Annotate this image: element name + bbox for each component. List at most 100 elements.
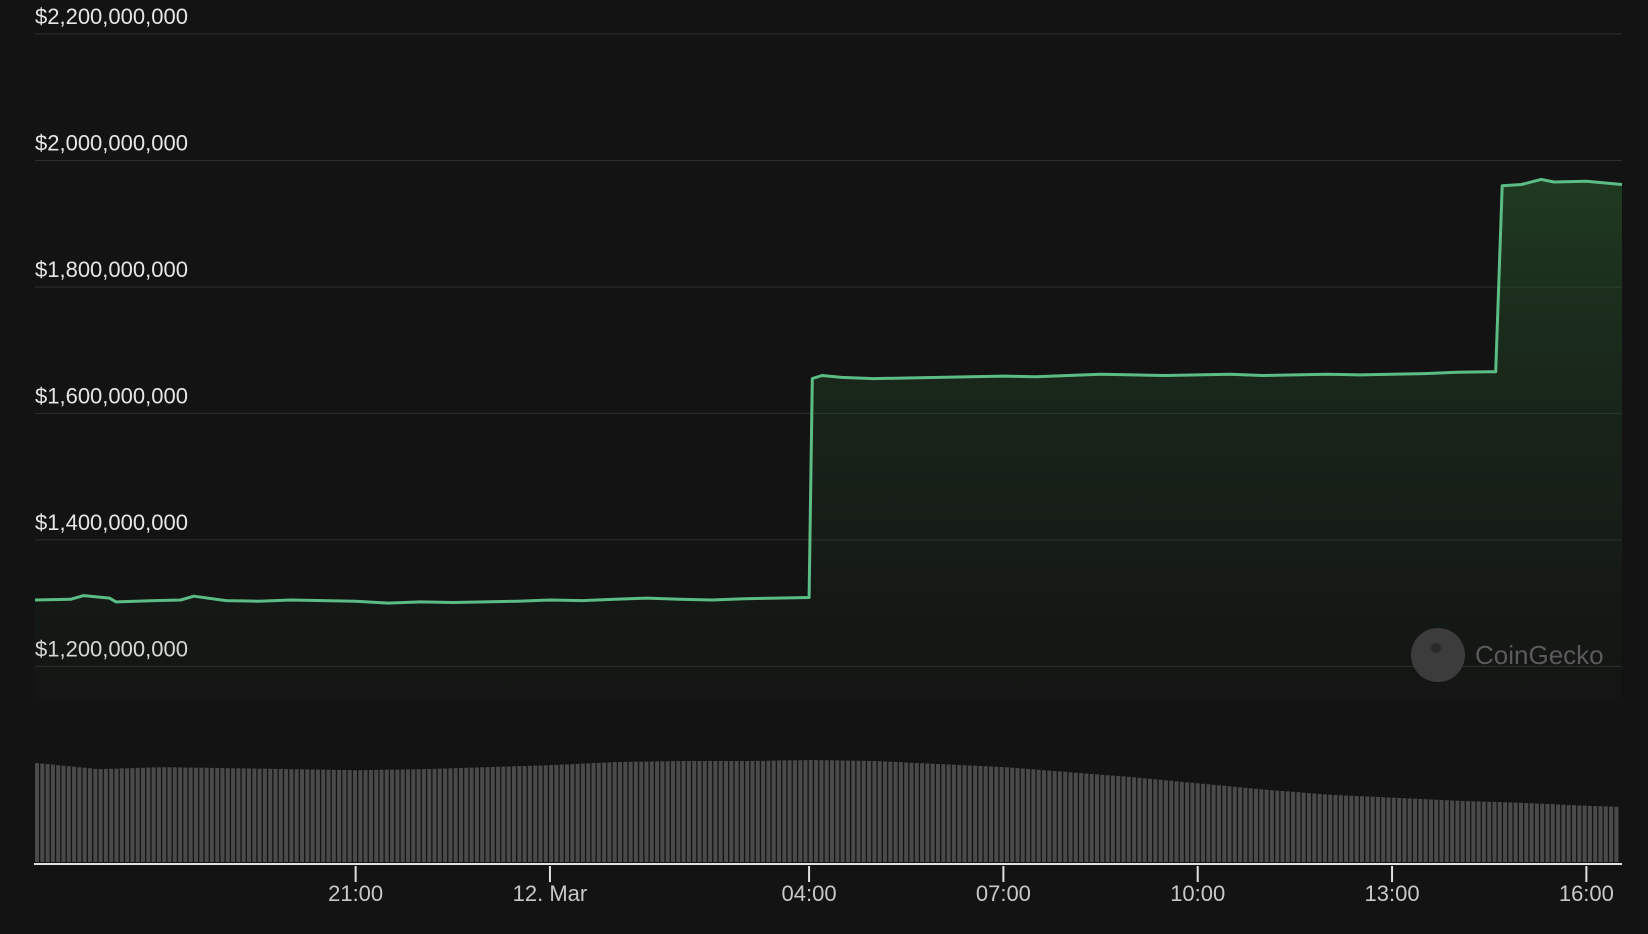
volume-bar bbox=[1598, 806, 1603, 862]
volume-bar bbox=[1418, 799, 1423, 862]
volume-bar bbox=[1073, 772, 1078, 862]
volume-bar bbox=[575, 763, 580, 862]
volume-bar bbox=[490, 767, 495, 862]
volume-bar bbox=[1354, 796, 1359, 862]
volume-bar bbox=[660, 761, 665, 862]
volume-bar bbox=[1529, 803, 1534, 862]
volume-bar bbox=[602, 762, 607, 862]
volume-bar bbox=[1492, 801, 1497, 862]
volume-bar bbox=[1450, 800, 1455, 862]
volume-bar bbox=[390, 769, 395, 862]
volume-bar bbox=[1593, 806, 1598, 862]
volume-bar bbox=[501, 766, 506, 862]
x-tick-label: 21:00 bbox=[328, 881, 383, 906]
volume-bar bbox=[1089, 773, 1094, 862]
volume-bar bbox=[1307, 793, 1311, 862]
volume-bar bbox=[252, 768, 257, 862]
volume-bar bbox=[1338, 795, 1343, 862]
volume-bar bbox=[686, 761, 691, 862]
volume-bar bbox=[766, 760, 771, 862]
volume-bar bbox=[469, 767, 474, 862]
volume-bar bbox=[1063, 771, 1068, 862]
volume-bar bbox=[1153, 779, 1158, 862]
volume-bar bbox=[1079, 773, 1084, 862]
volume-bar bbox=[1561, 804, 1566, 862]
volume-bar bbox=[867, 760, 872, 862]
volume-bar bbox=[1142, 778, 1147, 862]
volume-bar bbox=[448, 768, 453, 862]
coingecko-logo-icon bbox=[1411, 628, 1465, 682]
volume-bar bbox=[1365, 796, 1370, 862]
volume-bar bbox=[1280, 791, 1285, 862]
y-tick-label: $1,400,000,000 bbox=[35, 510, 188, 535]
volume-bar bbox=[1190, 782, 1195, 862]
volume-bar bbox=[1132, 777, 1137, 862]
volume-bar bbox=[82, 767, 87, 862]
volume-bar bbox=[559, 764, 564, 862]
volume-bar bbox=[973, 765, 978, 862]
volume-bar bbox=[803, 760, 808, 862]
volume-bar bbox=[480, 767, 485, 862]
volume-bar bbox=[199, 767, 204, 862]
volume-bar bbox=[1169, 780, 1174, 862]
volume-bar bbox=[618, 762, 622, 862]
volume-bar bbox=[1105, 775, 1110, 862]
volume-bar bbox=[596, 762, 601, 862]
volume-bar bbox=[56, 765, 61, 862]
volume-bar bbox=[1116, 776, 1121, 862]
volume-bar bbox=[167, 767, 172, 862]
volume-bar bbox=[554, 764, 559, 862]
volume-bar bbox=[1137, 777, 1142, 862]
volume-bar bbox=[771, 760, 776, 862]
volume-bar bbox=[162, 767, 167, 862]
volume-bar bbox=[755, 760, 760, 862]
volume-bar bbox=[225, 768, 230, 862]
volume-bar bbox=[1121, 776, 1126, 862]
volume-bar bbox=[77, 767, 82, 862]
volume-bar bbox=[1614, 806, 1619, 862]
volume-bar bbox=[273, 768, 278, 862]
volume-bar bbox=[384, 769, 389, 862]
volume-bar bbox=[289, 769, 294, 862]
volume-bar bbox=[363, 770, 368, 862]
volume-bar bbox=[845, 760, 850, 862]
volume-bar bbox=[1428, 799, 1433, 862]
volume-bar bbox=[1328, 794, 1333, 862]
volume-bar bbox=[204, 767, 209, 862]
volume-bar bbox=[761, 760, 766, 862]
price-area bbox=[34, 177, 1623, 698]
volume-bar bbox=[1397, 798, 1402, 862]
volume-bar bbox=[1163, 780, 1168, 862]
volume-bar bbox=[50, 764, 55, 862]
volume-bar bbox=[1201, 783, 1205, 862]
volume-bar bbox=[565, 764, 569, 862]
volume-bar bbox=[1513, 802, 1518, 862]
volume-bar bbox=[496, 766, 501, 862]
volume-bar bbox=[114, 768, 119, 862]
volume-bar bbox=[830, 760, 834, 862]
volume-bar bbox=[183, 767, 188, 862]
volume-bar bbox=[999, 767, 1004, 862]
volume-bar bbox=[713, 761, 718, 862]
volume-bar bbox=[358, 770, 363, 862]
volume-bar bbox=[824, 760, 829, 862]
volume-bar bbox=[861, 760, 866, 862]
volume-bar bbox=[1370, 796, 1375, 862]
volume-bar bbox=[421, 769, 426, 862]
volume-bar bbox=[914, 763, 919, 862]
volume-bar bbox=[220, 768, 225, 862]
volume-bar bbox=[1322, 794, 1327, 862]
volume-bar bbox=[697, 761, 702, 862]
y-tick-label: $1,600,000,000 bbox=[35, 383, 188, 408]
volume-bar bbox=[893, 762, 898, 862]
price-area-fill bbox=[35, 179, 1622, 698]
volume-bar bbox=[141, 767, 145, 862]
volume-bar bbox=[427, 769, 432, 862]
volume-bar bbox=[512, 766, 516, 862]
y-tick-label: $2,200,000,000 bbox=[35, 4, 188, 29]
volume-bar bbox=[1381, 797, 1386, 862]
volume-bar bbox=[178, 767, 183, 862]
volume-bar bbox=[1519, 802, 1523, 862]
volume-bar bbox=[1312, 793, 1317, 862]
volume-bar bbox=[724, 761, 728, 862]
